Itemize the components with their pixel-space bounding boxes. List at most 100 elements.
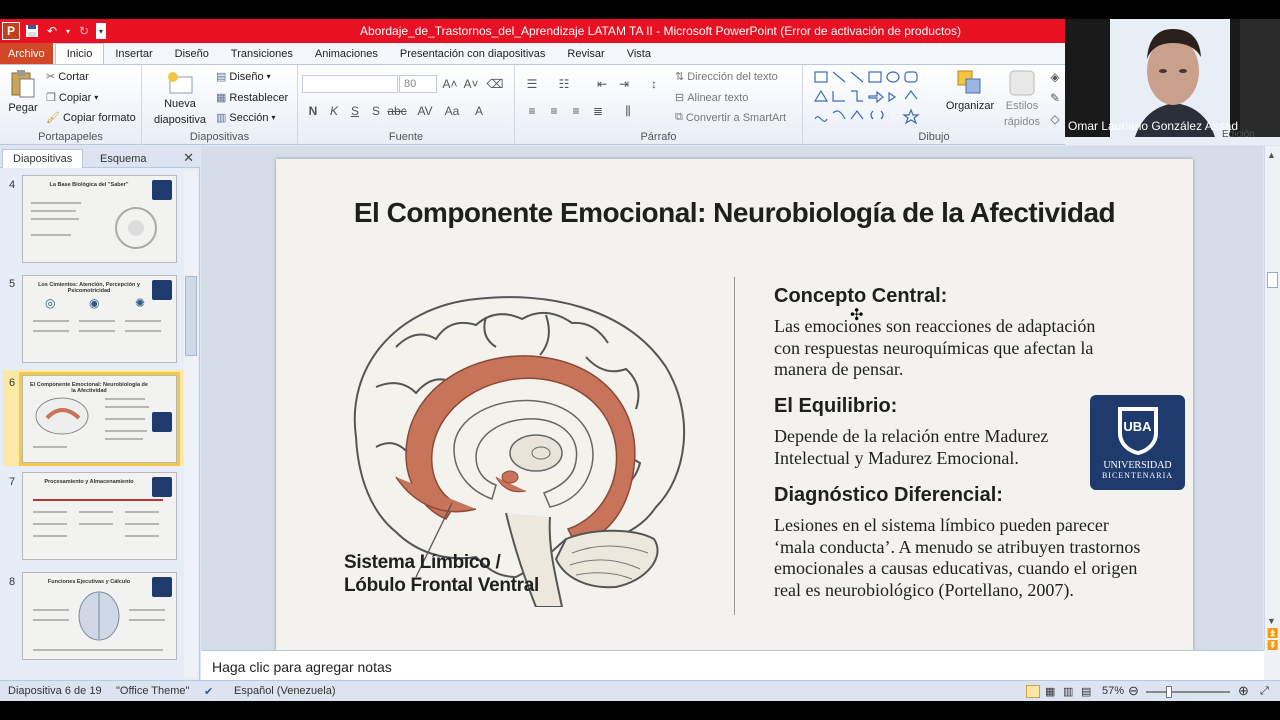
text-direction-button[interactable]: ⇅ Dirección del texto <box>675 70 778 84</box>
tab-archivo[interactable]: Archivo <box>0 43 53 64</box>
thumbnail-text-line <box>31 210 76 212</box>
close-icon[interactable]: ✕ <box>183 150 194 166</box>
slides-pane-scrollbar[interactable] <box>184 170 198 678</box>
section-body-diagnostico[interactable]: Lesiones en el sistema límbico pueden pa… <box>774 515 1144 601</box>
fit-slide-icon[interactable]: ⤢ <box>1260 685 1269 698</box>
slide-sorter-icon[interactable]: ▦ <box>1045 685 1055 698</box>
normal-view-icon[interactable] <box>1026 685 1040 698</box>
change-case-icon[interactable]: Aa <box>443 102 461 120</box>
zoom-slider[interactable] <box>1146 691 1230 693</box>
shadow-icon[interactable]: S <box>367 102 385 120</box>
powerpoint-logo-icon[interactable]: P <box>2 22 20 40</box>
notes-placeholder[interactable]: Haga clic para agregar notas <box>212 659 392 675</box>
grow-font-icon[interactable]: A˄ <box>441 75 459 93</box>
scroll-thumb[interactable] <box>1267 272 1278 288</box>
format-painter-button[interactable]: 🖌 Copiar formato <box>46 111 136 125</box>
shape-effects-icon[interactable]: ◇ <box>1046 110 1064 128</box>
shape-fill-icon[interactable]: ◈ <box>1046 68 1064 86</box>
tab-esquema[interactable]: Esquema <box>90 149 156 168</box>
clear-format-icon[interactable]: ⌫ <box>486 75 504 93</box>
tab-presentacion[interactable]: Presentación con diapositivas <box>389 44 557 64</box>
align-right-icon[interactable]: ≡ <box>567 102 585 120</box>
qat-customize-icon[interactable]: ▾ <box>96 23 106 39</box>
language-indicator[interactable]: Español (Venezuela) <box>234 685 336 697</box>
zoom-slider-thumb[interactable] <box>1166 686 1172 698</box>
brain-illustration-icon <box>35 397 89 435</box>
thumbnail-text-line <box>33 535 67 537</box>
decrease-indent-icon[interactable]: ⇤ <box>593 75 611 93</box>
tab-vista[interactable]: Vista <box>616 44 662 64</box>
slide-vertical-scrollbar[interactable]: ▲ ▼ ⏫ ⏬ <box>1264 146 1280 650</box>
reset-button[interactable]: ▦ Restablecer <box>216 91 288 105</box>
cut-button[interactable]: ✂ Cortar <box>46 70 89 84</box>
line-spacing-icon[interactable]: ↕ <box>645 75 663 93</box>
slide-thumbnail-6[interactable]: El Componente Emocional: Neurobiología d… <box>19 372 180 466</box>
quick-styles-button[interactable]: Estilos rápidos <box>999 69 1045 129</box>
slide-thumbnail-7[interactable]: Procesamiento y Almacenamiento <box>22 472 177 560</box>
paste-button[interactable]: Pegar <box>6 69 40 114</box>
shapes-gallery-icon[interactable] <box>813 69 933 127</box>
undo-icon[interactable]: ↶ <box>44 23 60 39</box>
bold-icon[interactable]: N <box>304 102 322 120</box>
shrink-font-icon[interactable]: A˅ <box>462 75 480 93</box>
font-size-box[interactable]: 80 <box>399 75 437 93</box>
slideshow-icon[interactable]: ▤ <box>1081 685 1091 698</box>
tab-diapositivas[interactable]: Diapositivas <box>2 149 84 168</box>
tab-animaciones[interactable]: Animaciones <box>304 44 389 64</box>
caption-line-2: Lóbulo Frontal Ventral <box>344 575 540 596</box>
underline-icon[interactable]: S <box>346 102 364 120</box>
shape-outline-icon[interactable]: ✎ <box>1046 89 1064 107</box>
layout-button[interactable]: ▤ Diseño ▾ <box>216 70 271 84</box>
slide-thumbnail-5[interactable]: Los Cimientos: Atención, Percepción y Ps… <box>22 275 177 363</box>
tab-revisar[interactable]: Revisar <box>556 44 615 64</box>
align-center-icon[interactable]: ≡ <box>545 102 563 120</box>
arrange-button[interactable]: Organizar <box>943 69 997 113</box>
theme-name[interactable]: "Office Theme" <box>116 685 189 697</box>
strikethrough-icon[interactable]: abc <box>387 102 406 120</box>
section-heading-diagnostico[interactable]: Diagnóstico Diferencial: <box>774 484 1003 507</box>
copy-button[interactable]: ❐ Copiar ▾ <box>46 91 98 105</box>
zoom-out-icon[interactable]: ⊖ <box>1128 683 1139 699</box>
save-icon[interactable] <box>24 23 40 39</box>
slide-canvas[interactable]: El Componente Emocional: Neurobiología d… <box>276 159 1193 651</box>
previous-slide-icon[interactable]: ⏫ <box>1267 628 1278 639</box>
thumbnail-text-line <box>125 320 161 322</box>
zoom-in-icon[interactable]: ⊕ <box>1238 683 1249 699</box>
notes-scrollbar[interactable] <box>1264 650 1280 680</box>
thumbnail-number: 6 <box>9 377 16 389</box>
new-slide-button[interactable]: Nueva diapositiva <box>148 71 212 127</box>
font-color-icon[interactable]: A <box>470 102 488 120</box>
slides-pane-scroll-thumb[interactable] <box>185 276 197 356</box>
justify-icon[interactable]: ≣ <box>589 102 607 120</box>
slide-title[interactable]: El Componente Emocional: Neurobiología d… <box>276 197 1193 229</box>
section-heading-equilibrio[interactable]: El Equilibrio: <box>774 395 897 418</box>
numbering-icon[interactable]: ☷ <box>555 75 573 93</box>
font-name-box[interactable] <box>302 75 398 93</box>
text-direction-icon: ⇅ <box>675 71 685 83</box>
slide-thumbnail-8[interactable]: Funciones Ejecutivas y Cálculo <box>22 572 177 660</box>
section-button[interactable]: ▥ Sección ▾ <box>216 111 276 125</box>
tab-insertar[interactable]: Insertar <box>104 44 163 64</box>
bullets-icon[interactable]: ☰ <box>523 75 541 93</box>
undo-dropdown-icon[interactable]: ▾ <box>64 23 72 39</box>
align-left-icon[interactable]: ≡ <box>523 102 541 120</box>
italic-icon[interactable]: K <box>325 102 343 120</box>
spacing-icon[interactable]: AV <box>416 102 434 120</box>
reading-view-icon[interactable]: ▥ <box>1063 685 1073 698</box>
tab-inicio[interactable]: Inicio <box>54 43 105 64</box>
spellcheck-icon[interactable]: ✔ <box>204 685 213 698</box>
align-text-button[interactable]: ⊟ Alinear texto <box>675 91 748 105</box>
slide-thumbnail-4[interactable]: La Base Biológica del "Saber" <box>22 175 177 263</box>
increase-indent-icon[interactable]: ⇥ <box>615 75 633 93</box>
smartart-button[interactable]: ⧉ Convertir a SmartArt <box>675 111 786 124</box>
scroll-down-icon[interactable]: ▼ <box>1267 616 1276 626</box>
section-body-equilibrio[interactable]: Depende de la relación entre Madurez Int… <box>774 426 1074 469</box>
section-body-concepto[interactable]: Las emociones son reacciones de adaptaci… <box>774 316 1124 381</box>
tab-transiciones[interactable]: Transiciones <box>220 44 304 64</box>
columns-icon[interactable]: ⫼ <box>619 102 637 120</box>
scroll-up-icon[interactable]: ▲ <box>1267 150 1276 160</box>
tab-diseno[interactable]: Diseño <box>164 44 220 64</box>
redo-icon[interactable]: ↻ <box>76 23 92 39</box>
zoom-level[interactable]: 57% <box>1102 685 1124 697</box>
notes-pane[interactable]: Haga clic para agregar notas <box>201 650 1264 680</box>
